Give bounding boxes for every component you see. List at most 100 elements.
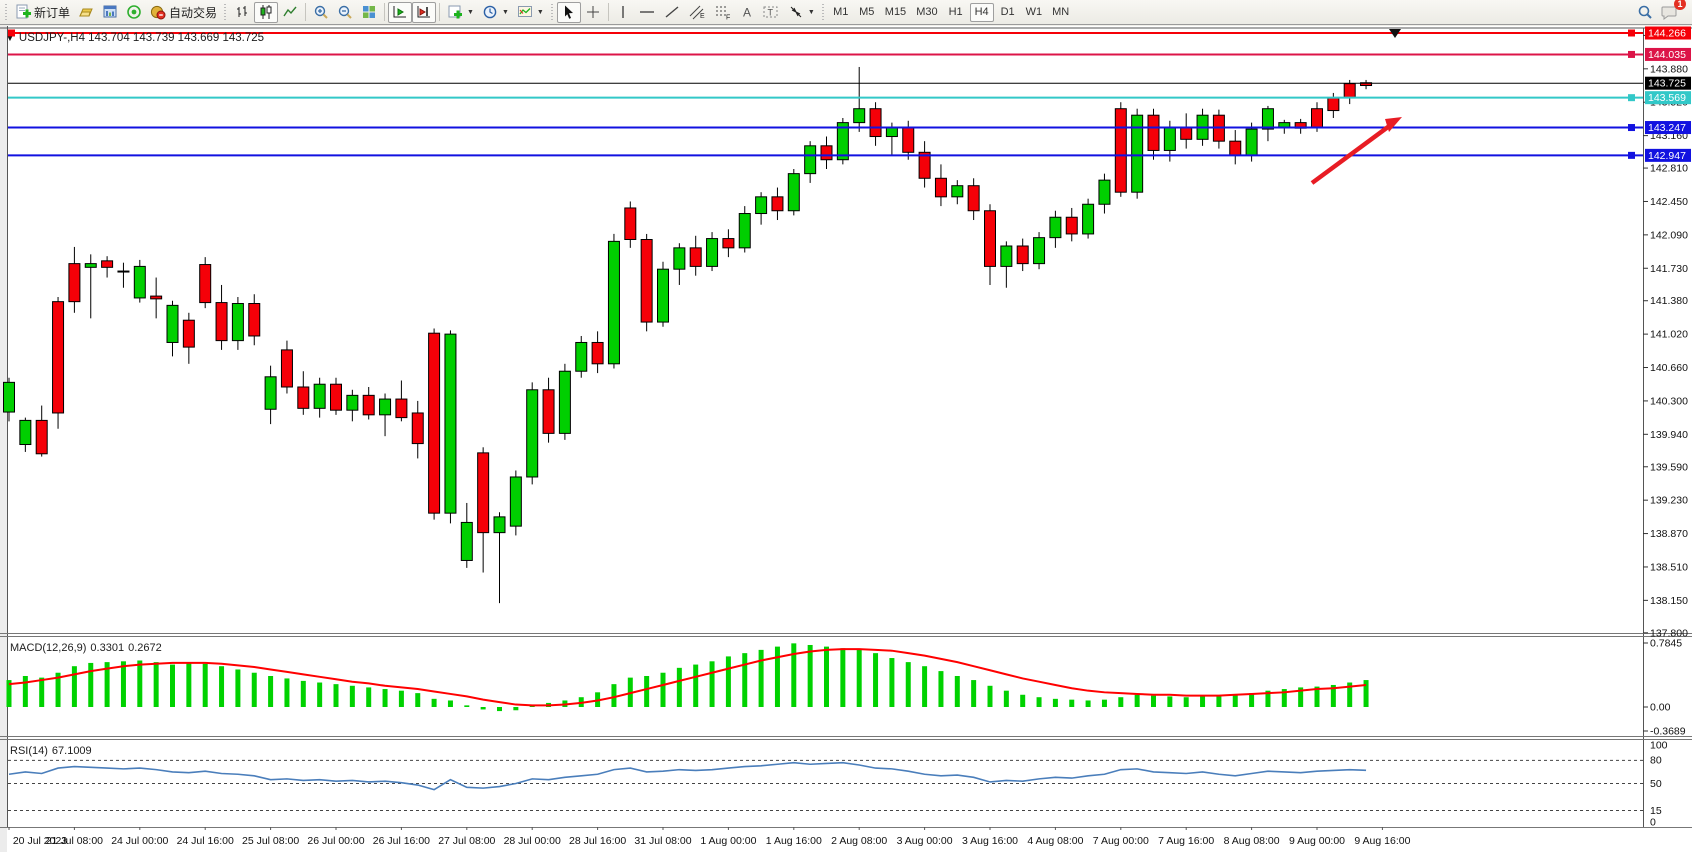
- search-button[interactable]: [1633, 2, 1657, 23]
- time-axis-label[interactable]: 2 Aug 08:00: [831, 835, 887, 847]
- candlestick-button[interactable]: [254, 2, 278, 23]
- time-axis-label[interactable]: 1 Aug 00:00: [700, 835, 756, 847]
- candle: [985, 211, 996, 267]
- timeframe-m15[interactable]: M15: [881, 3, 910, 22]
- time-axis-label[interactable]: 28 Jul 16:00: [569, 835, 626, 847]
- timeframe-h4[interactable]: H4: [970, 3, 994, 22]
- autoscroll-button[interactable]: [388, 2, 412, 23]
- time-axis-label[interactable]: 21 Jul 08:00: [46, 835, 103, 847]
- time-axis-label[interactable]: 3 Aug 16:00: [962, 835, 1018, 847]
- timeframe-m1[interactable]: M1: [829, 3, 853, 22]
- time-axis-label[interactable]: 1 Aug 16:00: [766, 835, 822, 847]
- vertical-line-button[interactable]: [612, 2, 634, 23]
- rsi-axis-label: 0: [1650, 817, 1656, 829]
- line-price-label-text: 143.569: [1648, 92, 1686, 104]
- macd-bar: [350, 686, 355, 707]
- collapse-arrow-icon[interactable]: ▼: [6, 34, 14, 43]
- macd-bar: [39, 678, 44, 707]
- horizontal-line-button[interactable]: [634, 2, 660, 23]
- macd-bar: [971, 680, 976, 707]
- tile-windows-button[interactable]: [357, 2, 381, 23]
- candlestick-icon: [258, 4, 274, 20]
- chart-shift-button[interactable]: [412, 2, 436, 23]
- time-axis-label[interactable]: 28 Jul 00:00: [504, 835, 561, 847]
- time-axis-label[interactable]: 26 Jul 16:00: [373, 835, 430, 847]
- templates-button[interactable]: ▼: [513, 2, 548, 23]
- macd-bar: [383, 689, 388, 707]
- line-chart-button[interactable]: [278, 2, 302, 23]
- macd-bar: [170, 665, 175, 707]
- toolbar-grip[interactable]: [223, 4, 228, 21]
- macd-bar: [693, 665, 698, 707]
- candle: [903, 127, 914, 152]
- equidistant-channel-button[interactable]: E: [684, 2, 710, 23]
- time-axis-label[interactable]: 24 Jul 00:00: [111, 835, 168, 847]
- time-axis-label[interactable]: 26 Jul 00:00: [307, 835, 364, 847]
- time-axis-label[interactable]: 7 Aug 16:00: [1158, 835, 1214, 847]
- timeframe-mn[interactable]: MN: [1048, 3, 1073, 22]
- time-axis-label[interactable]: 7 Aug 00:00: [1093, 835, 1149, 847]
- arrows-shapes-button[interactable]: ▼: [784, 2, 819, 23]
- time-axis-label[interactable]: 27 Jul 08:00: [438, 835, 495, 847]
- time-axis-label[interactable]: 8 Aug 08:00: [1224, 835, 1280, 847]
- time-axis-label[interactable]: 9 Aug 00:00: [1289, 835, 1345, 847]
- periods-clock-button[interactable]: ▼: [478, 2, 513, 23]
- timeframe-d1[interactable]: D1: [996, 3, 1020, 22]
- line-handle[interactable]: [1628, 30, 1635, 37]
- time-axis-label[interactable]: 24 Jul 16:00: [177, 835, 234, 847]
- zoom-out-button[interactable]: [333, 2, 357, 23]
- timeframe-m30[interactable]: M30: [912, 3, 941, 22]
- macd-bar: [644, 676, 649, 707]
- time-axis-label[interactable]: 4 Aug 08:00: [1027, 835, 1083, 847]
- zoom-in-button[interactable]: [309, 2, 333, 23]
- time-axis-label[interactable]: 25 Jul 08:00: [242, 835, 299, 847]
- bar-chart-button[interactable]: [230, 2, 254, 23]
- cursor-icon: [561, 4, 577, 20]
- timeframe-m5[interactable]: M5: [855, 3, 879, 22]
- candle: [870, 109, 881, 137]
- timeframe-h1[interactable]: H1: [944, 3, 968, 22]
- new-order-button[interactable]: 新订单: [11, 2, 74, 23]
- macd-bar: [72, 666, 77, 707]
- candle: [167, 305, 178, 342]
- text-button[interactable]: A: [736, 2, 758, 23]
- macd-bar: [219, 666, 224, 707]
- horizontal-line-icon: [638, 4, 656, 20]
- time-axis-label[interactable]: 3 Aug 00:00: [897, 835, 953, 847]
- indicators-button[interactable]: ▼: [443, 2, 478, 23]
- fibonacci-button[interactable]: F: [710, 2, 736, 23]
- candle: [20, 420, 31, 444]
- autotrading-button[interactable]: 自动交易: [146, 2, 221, 23]
- line-handle[interactable]: [1628, 124, 1635, 131]
- notifications: 1: [1657, 2, 1682, 23]
- time-axis-label[interactable]: 31 Jul 08:00: [634, 835, 691, 847]
- left-gutter: [0, 26, 7, 852]
- notification-badge[interactable]: 1: [1674, 0, 1686, 10]
- text-label-button[interactable]: T: [758, 2, 784, 23]
- toolbar-grip[interactable]: [4, 4, 9, 21]
- line-handle[interactable]: [1628, 152, 1635, 159]
- macd-signal-value: 0.2672: [128, 642, 162, 654]
- toolbar-grip[interactable]: [550, 4, 555, 21]
- chart-window[interactable]: 144.240143.880143.520143.160142.810142.4…: [0, 26, 1692, 852]
- line-handle[interactable]: [1628, 51, 1635, 58]
- candle: [1344, 84, 1355, 98]
- time-axis-label[interactable]: 9 Aug 16:00: [1354, 835, 1410, 847]
- candle: [1083, 204, 1094, 234]
- signals-button[interactable]: [122, 2, 146, 23]
- profiles-button[interactable]: [74, 2, 98, 23]
- macd-bar: [1004, 691, 1009, 707]
- line-handle[interactable]: [1628, 94, 1635, 101]
- timeframe-w1[interactable]: W1: [1022, 3, 1047, 22]
- line-price-label-text: 144.035: [1648, 49, 1686, 61]
- toolbar-grip[interactable]: [821, 4, 826, 21]
- candle: [118, 271, 129, 272]
- crosshair-button[interactable]: [581, 2, 605, 23]
- market-watch-button[interactable]: [98, 2, 122, 23]
- candle: [53, 302, 64, 413]
- trendline-button[interactable]: [660, 2, 684, 23]
- candle: [854, 109, 865, 123]
- chart-canvas[interactable]: 144.240143.880143.520143.160142.810142.4…: [0, 26, 1692, 852]
- cursor-button[interactable]: [557, 2, 581, 23]
- candle: [363, 395, 374, 414]
